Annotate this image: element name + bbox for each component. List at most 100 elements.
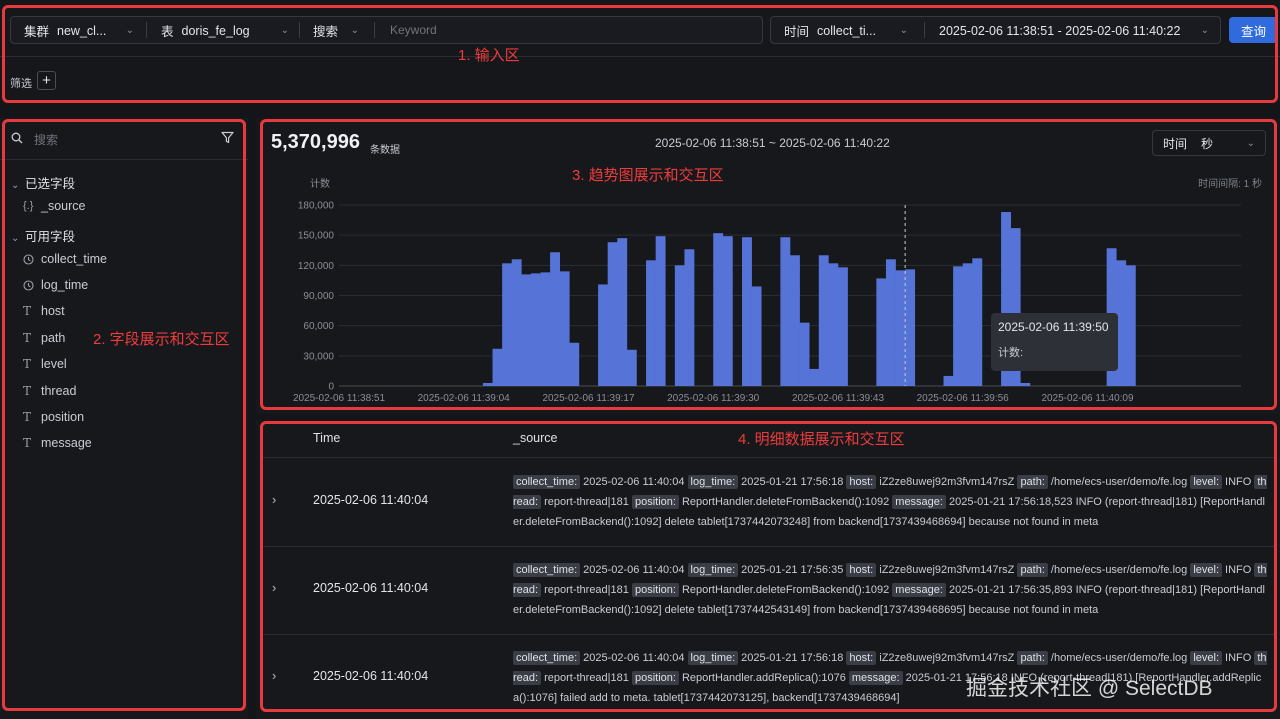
selected-fields-group[interactable]: ⌄ 已选字段 [11,173,75,192]
chart-bar[interactable] [876,278,887,386]
field-item-source[interactable]: {.} _source [23,199,85,213]
chart-bar[interactable] [1020,382,1031,386]
chart-bar[interactable] [722,236,733,386]
chart-bar[interactable] [626,349,637,386]
chart-bar[interactable] [837,267,848,386]
chart-bar[interactable] [502,263,513,386]
trend-chart[interactable]: 计数 时间间隔: 1 秒 0 30,000 60,000 90,000 120,000 1… [256,170,1280,410]
chart-bar[interactable] [780,237,791,386]
field-key-tag[interactable]: path: [1017,651,1048,665]
field-value: 2025-02-06 11:40:04 [583,652,685,664]
text-icon: T [23,357,32,371]
chart-bar[interactable] [482,382,493,386]
chart-bar[interactable] [674,265,685,386]
chart-bar[interactable] [809,368,820,386]
field-key-tag[interactable]: collect_time: [513,475,581,489]
field-key-tag[interactable]: level: [1190,475,1223,489]
field-search-input[interactable]: 搜索 [34,131,58,148]
chart-bar[interactable] [607,242,618,386]
chart-bar[interactable] [713,233,724,386]
filter-funnel-icon[interactable] [221,131,234,144]
table-row-source[interactable]: collect_time: 2025-02-06 11:40:04 log_tim… [513,560,1267,620]
field-key-tag[interactable]: position: [631,671,679,685]
field-item-thread[interactable]: Tthread [23,384,76,398]
field-value: INFO [1225,652,1252,664]
time-field-select[interactable]: 时间 collect_ti... ⌄ [784,17,908,44]
chart-bar[interactable] [540,272,551,386]
chart-bar[interactable] [559,271,570,386]
field-key-tag[interactable]: host: [846,651,877,665]
query-button[interactable]: 查询 [1229,17,1278,43]
expand-row-chevron-icon[interactable]: › [272,668,276,683]
chart-bar[interactable] [1125,265,1136,386]
keyword-input[interactable]: Keyword [390,23,437,37]
table-row-source[interactable]: collect_time: 2025-02-06 11:40:04 log_tim… [513,472,1267,532]
row-time: 2025-02-06 11:40:04 [313,581,429,595]
field-key-tag[interactable]: path: [1017,563,1048,577]
field-key-tag[interactable]: position: [631,583,679,597]
expand-row-chevron-icon[interactable]: › [272,492,276,507]
chart-bar[interactable] [828,263,839,386]
add-filter-button[interactable]: + [37,71,56,90]
field-item-collect-time[interactable]: collect_time [23,252,107,266]
field-label: host [41,304,65,318]
field-item-message[interactable]: Tmessage [23,436,92,450]
field-key-tag[interactable]: log_time: [687,475,739,489]
chart-bar[interactable] [617,238,628,386]
chart-bar[interactable] [569,342,580,386]
field-item-path[interactable]: Tpath [23,331,65,345]
field-key-tag[interactable]: position: [631,495,679,509]
chart-bar[interactable] [790,255,800,386]
chart-bar[interactable] [521,274,532,386]
column-header-source[interactable]: _source [513,431,557,445]
field-item-host[interactable]: Thost [23,304,65,318]
chart-bar[interactable] [646,260,656,386]
chart-bar[interactable] [885,259,896,386]
available-fields-group[interactable]: ⌄ 可用字段 [11,226,75,245]
chart-bar[interactable] [972,258,983,386]
chart-bar[interactable] [655,236,666,386]
field-key-tag[interactable]: level: [1190,563,1223,577]
field-key-tag[interactable]: message: [892,495,946,509]
chart-bar[interactable] [895,270,906,386]
chart-bar[interactable] [511,259,522,386]
field-key-tag[interactable]: host: [846,475,877,489]
field-key-tag[interactable]: log_time: [687,563,739,577]
table-select[interactable]: 表 doris_fe_log ⌄ [161,17,289,44]
chart-bar[interactable] [492,348,503,386]
time-range-picker[interactable]: 2025-02-06 11:38:51 - 2025-02-06 11:40:2… [939,17,1209,44]
field-key-tag[interactable]: log_time: [687,651,739,665]
chart-bar[interactable] [742,237,752,386]
chart-bar[interactable] [598,284,608,386]
field-item-level[interactable]: Tlevel [23,357,67,371]
table-value: doris_fe_log [181,23,250,38]
field-item-position[interactable]: Tposition [23,410,84,424]
chart-bar[interactable] [751,286,762,386]
field-key-tag[interactable]: host: [846,563,877,577]
search-mode-select[interactable]: 搜索 ⌄ [313,17,359,44]
group-label: 可用字段 [25,230,76,244]
field-key-tag[interactable]: message: [892,583,946,597]
interval-select[interactable]: 时间 秒 ⌄ [1152,130,1266,156]
field-key-tag[interactable]: message: [848,671,903,685]
expand-row-chevron-icon[interactable]: › [272,580,276,595]
x-tick-label: 2025-02-06 11:39:43 [792,393,885,404]
chart-bar[interactable] [799,322,810,386]
chart-bar[interactable] [905,269,916,386]
divider [924,22,925,38]
field-key-tag[interactable]: collect_time: [513,563,581,577]
chart-bar[interactable] [818,255,829,386]
field-item-log-time[interactable]: log_time [23,278,88,292]
column-header-time[interactable]: Time [313,431,340,445]
chart-bar[interactable] [550,252,561,386]
chart-bar[interactable] [962,263,973,386]
cluster-select[interactable]: 集群 new_cl... ⌄ [24,17,134,44]
annotation-input-area: 1. 输入区 [458,47,520,64]
field-key-tag[interactable]: level: [1190,651,1223,665]
field-key-tag[interactable]: collect_time: [513,651,581,665]
chart-bar[interactable] [953,266,964,386]
chart-bar[interactable] [943,375,954,386]
field-key-tag[interactable]: path: [1017,475,1048,489]
chart-bar[interactable] [684,249,695,386]
chart-bar[interactable] [530,273,541,386]
